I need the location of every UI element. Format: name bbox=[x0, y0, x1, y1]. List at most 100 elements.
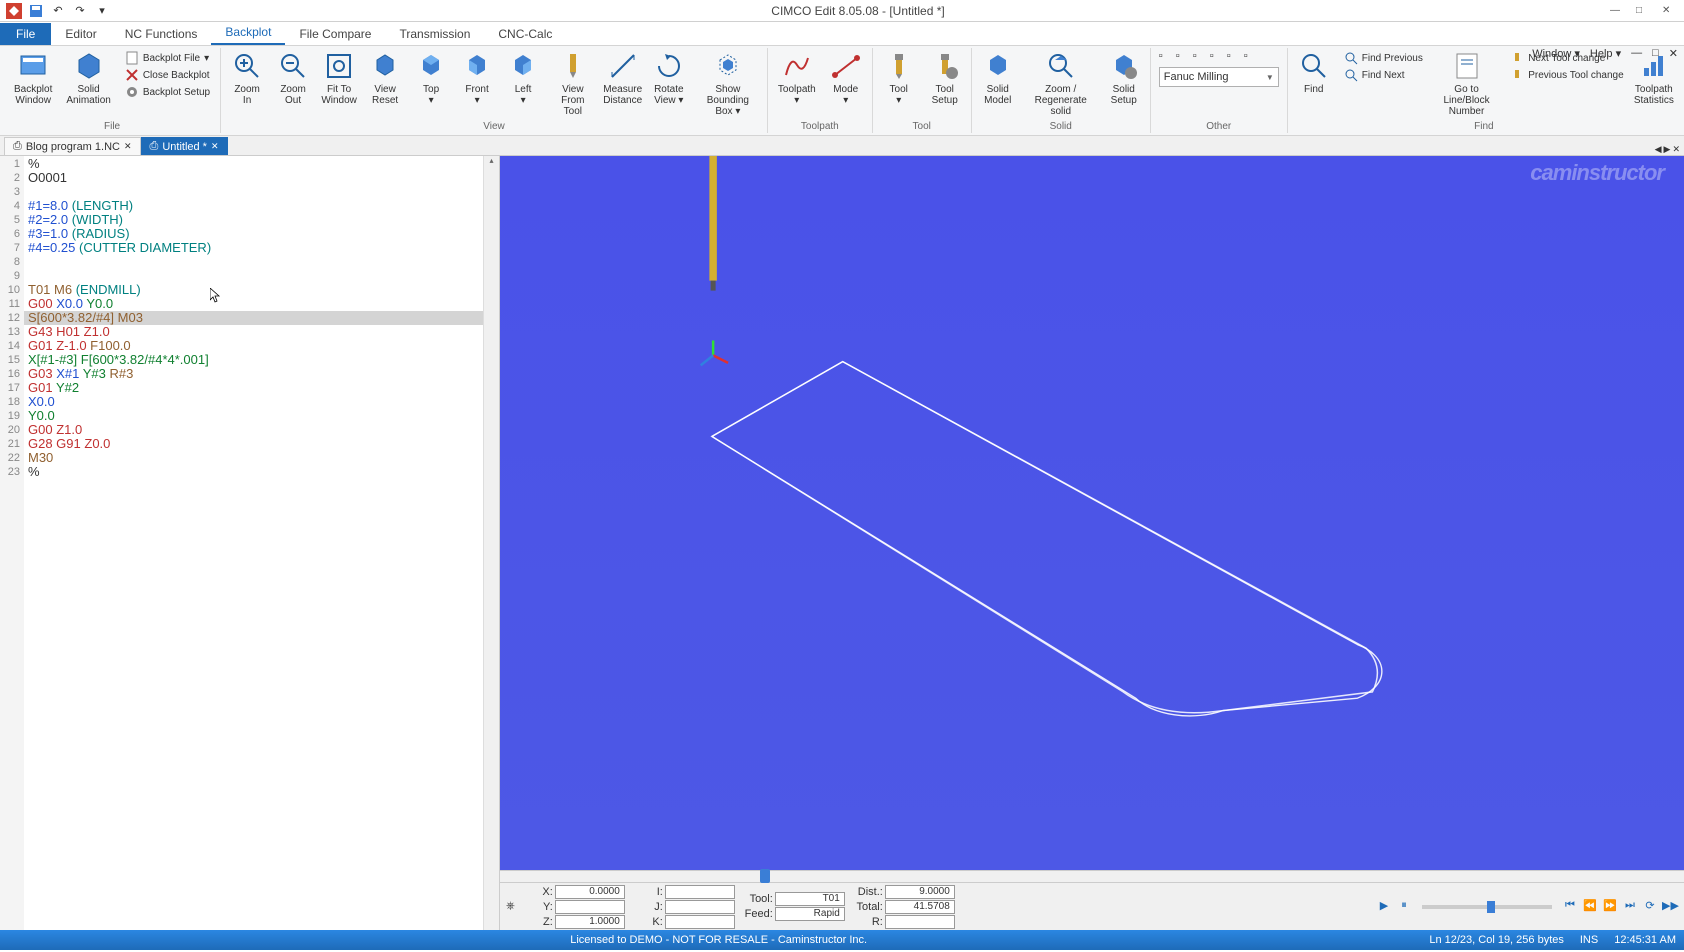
coord-r bbox=[885, 915, 955, 929]
view-reset-button[interactable]: View Reset bbox=[363, 48, 407, 108]
backplot-setup-button[interactable]: Backplot Setup bbox=[123, 84, 212, 100]
view-front-button[interactable]: Front▾ bbox=[455, 48, 499, 108]
tab-cnc-calc[interactable]: CNC-Calc bbox=[484, 23, 566, 45]
undo-icon[interactable]: ↶ bbox=[50, 3, 66, 19]
workspace: 1234567891011121314151617181920212223 %O… bbox=[0, 156, 1684, 930]
tab-nav-left[interactable]: ◀ bbox=[1655, 144, 1662, 155]
file-tab[interactable]: File bbox=[0, 23, 51, 45]
redo-icon[interactable]: ↷ bbox=[72, 3, 88, 19]
mdi-minimize-button[interactable]: — bbox=[1631, 47, 1642, 60]
find-previous-button[interactable]: Find Previous bbox=[1342, 50, 1425, 66]
machine-dropdown[interactable]: Fanuc Milling ▼ bbox=[1159, 67, 1279, 87]
status-license: Licensed to DEMO - NOT FOR RESALE - Cami… bbox=[8, 934, 1429, 946]
coord-z: 1.0000 bbox=[555, 915, 625, 929]
mdi-close-button[interactable]: ✕ bbox=[1669, 47, 1678, 60]
status-time: 12:45:31 AM bbox=[1614, 934, 1676, 946]
fit-to-window-button[interactable]: Fit To Window bbox=[317, 48, 361, 108]
ribbon-group-toolpath: Toolpath▾ Mode▾ Toolpath bbox=[768, 48, 873, 133]
other-icon-5[interactable]: ▫ bbox=[1227, 50, 1241, 64]
doc-tab-blog-program[interactable]: ⎙ Blog program 1.NC ✕ bbox=[4, 137, 141, 155]
previous-tool-change-button[interactable]: Previous Tool change bbox=[1508, 67, 1625, 83]
backplot-file-button[interactable]: Backplot File ▾ bbox=[123, 50, 212, 66]
coord-k bbox=[665, 915, 735, 929]
backplot-window-button[interactable]: Backplot Window bbox=[8, 48, 58, 108]
ribbon-group-file: Backplot Window Solid Animation Backplot… bbox=[4, 48, 221, 133]
ribbon: Backplot Window Solid Animation Backplot… bbox=[0, 46, 1684, 136]
find-button[interactable]: Find bbox=[1292, 48, 1336, 97]
view-from-tool-button[interactable]: View From Tool bbox=[547, 48, 598, 119]
tab-icon: ⎙ bbox=[13, 140, 22, 153]
ribbon-group-find: Find Find Previous Find Next Go to Line/… bbox=[1288, 48, 1680, 133]
solid-animation-button[interactable]: Solid Animation bbox=[60, 48, 116, 108]
tool-button[interactable]: Tool▾ bbox=[877, 48, 921, 108]
tab-close-icon[interactable]: ✕ bbox=[211, 141, 219, 152]
tab-close-icon[interactable]: ✕ bbox=[124, 141, 132, 152]
ribbon-group-solid: Solid Model Zoom / Regenerate solid Soli… bbox=[972, 48, 1151, 133]
backplot-viewport[interactable]: caminstructor bbox=[500, 156, 1684, 870]
minimize-button[interactable]: — bbox=[1610, 5, 1622, 17]
toolpath-button[interactable]: Toolpath▾ bbox=[772, 48, 822, 108]
titlebar: ↶ ↷ ▾ CIMCO Edit 8.05.08 - [Untitled *] … bbox=[0, 0, 1684, 22]
code-editor[interactable]: 1234567891011121314151617181920212223 %O… bbox=[0, 156, 500, 930]
menubar-extra: Window ▾ Help ▾ — □ ✕ bbox=[1532, 47, 1678, 60]
mode-button[interactable]: Mode▾ bbox=[824, 48, 868, 108]
solid-model-button[interactable]: Solid Model bbox=[976, 48, 1020, 108]
other-icon-6[interactable]: ▫ bbox=[1244, 50, 1258, 64]
viewport-panel: caminstructor ⎈ X:0.0000 Y: Z: bbox=[500, 156, 1684, 930]
mdi-maximize-button[interactable]: □ bbox=[1652, 47, 1659, 60]
save-icon[interactable] bbox=[28, 3, 44, 19]
zoom-out-button[interactable]: Zoom Out bbox=[271, 48, 315, 108]
ribbon-group-view: Zoom In Zoom Out Fit To Window View Rese… bbox=[221, 48, 768, 133]
maximize-button[interactable]: □ bbox=[1636, 5, 1648, 17]
backplot-drawing bbox=[500, 156, 1684, 904]
window-controls: — □ ✕ bbox=[1600, 5, 1684, 17]
zoom-regenerate-solid-button[interactable]: Zoom / Regenerate solid bbox=[1022, 48, 1100, 119]
help-menu[interactable]: Help ▾ bbox=[1590, 47, 1621, 60]
solid-setup-button[interactable]: Solid Setup bbox=[1102, 48, 1146, 108]
goto-line-button[interactable]: Go to Line/Block Number bbox=[1431, 48, 1502, 119]
close-button[interactable]: ✕ bbox=[1662, 5, 1674, 17]
rotate-view-button[interactable]: Rotate View ▾ bbox=[647, 48, 691, 108]
tab-close-all[interactable]: ✕ bbox=[1672, 144, 1680, 155]
tab-file-compare[interactable]: File Compare bbox=[285, 23, 385, 45]
coord-feed: Rapid bbox=[775, 907, 845, 921]
close-backplot-button[interactable]: Close Backplot bbox=[123, 67, 212, 83]
show-bounding-box-button[interactable]: Show Bounding Box ▾ bbox=[693, 48, 763, 119]
ribbon-group-other: ▫ ▫ ▫ ▫ ▫ ▫ Fanuc Milling ▼ Other bbox=[1151, 48, 1288, 133]
tab-backplot[interactable]: Backplot bbox=[211, 21, 285, 45]
other-icon-2[interactable]: ▫ bbox=[1176, 50, 1190, 64]
other-icon-1[interactable]: ▫ bbox=[1159, 50, 1173, 64]
zoom-in-button[interactable]: Zoom In bbox=[225, 48, 269, 108]
find-next-button[interactable]: Find Next bbox=[1342, 67, 1425, 83]
status-insert-mode: INS bbox=[1580, 934, 1598, 946]
tab-nav-right[interactable]: ▶ bbox=[1664, 144, 1671, 155]
code-area[interactable]: %O0001 #1=8.0 (LENGTH)#2=2.0 (WIDTH)#3=1… bbox=[24, 156, 499, 930]
tool-setup-button[interactable]: Tool Setup bbox=[923, 48, 967, 108]
scroll-up-icon[interactable]: ▴ bbox=[484, 156, 499, 170]
speed-slider[interactable] bbox=[1422, 905, 1552, 909]
ribbon-group-tool: Tool▾ Tool Setup Tool bbox=[873, 48, 972, 133]
statusbar: Licensed to DEMO - NOT FOR RESALE - Cami… bbox=[0, 930, 1684, 950]
status-position: Ln 12/23, Col 19, 256 bytes bbox=[1429, 934, 1564, 946]
doc-tab-untitled[interactable]: ⎙ Untitled * ✕ bbox=[141, 137, 228, 155]
other-icon-4[interactable]: ▫ bbox=[1210, 50, 1224, 64]
quick-access-toolbar: ↶ ↷ ▾ bbox=[0, 3, 116, 19]
speed-handle[interactable] bbox=[1487, 901, 1495, 913]
app-icon[interactable] bbox=[6, 3, 22, 19]
view-top-button[interactable]: Top▾ bbox=[409, 48, 453, 108]
view-left-button[interactable]: Left▾ bbox=[501, 48, 545, 108]
timeline-handle[interactable] bbox=[760, 869, 770, 883]
chevron-down-icon: ▼ bbox=[1266, 73, 1274, 82]
tab-editor[interactable]: Editor bbox=[51, 23, 110, 45]
timeline-slider[interactable] bbox=[500, 870, 1684, 882]
tab-icon: ⎙ bbox=[150, 140, 159, 153]
editor-scrollbar[interactable]: ▴ bbox=[483, 156, 499, 930]
window-title: CIMCO Edit 8.05.08 - [Untitled *] bbox=[116, 4, 1600, 18]
window-menu[interactable]: Window ▾ bbox=[1532, 47, 1580, 60]
measure-distance-button[interactable]: Measure Distance bbox=[601, 48, 645, 108]
qat-dropdown-icon[interactable]: ▾ bbox=[94, 3, 110, 19]
doc-tabs-right: ◀ ▶ ✕ bbox=[1655, 144, 1680, 155]
other-icon-3[interactable]: ▫ bbox=[1193, 50, 1207, 64]
tab-transmission[interactable]: Transmission bbox=[385, 23, 484, 45]
tab-nc-functions[interactable]: NC Functions bbox=[111, 23, 212, 45]
